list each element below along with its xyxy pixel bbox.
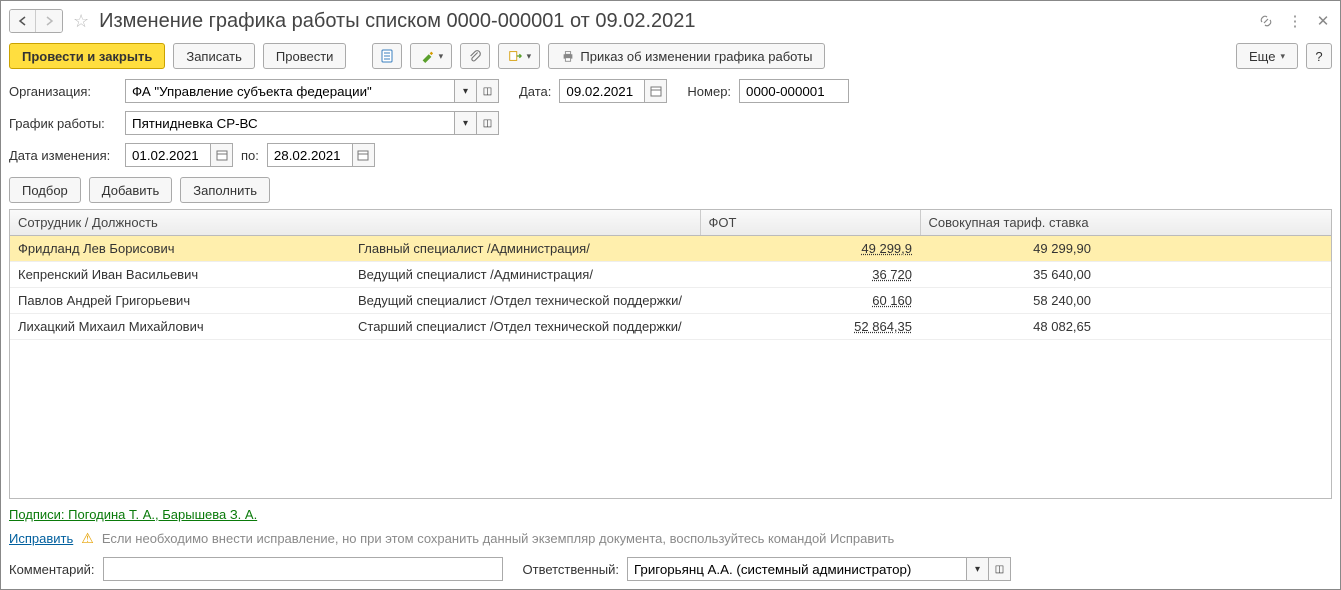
- change-to-calendar-button[interactable]: [353, 143, 375, 167]
- transfer-icon-button[interactable]: ▾: [498, 43, 540, 69]
- footer-row: Комментарий: Ответственный: ▾ ◫: [9, 557, 1332, 581]
- link-icon[interactable]: [1258, 13, 1276, 29]
- print-order-button[interactable]: Приказ об изменении графика работы: [548, 43, 825, 69]
- correct-link[interactable]: Исправить: [9, 531, 73, 546]
- document-window: ☆ Изменение графика работы списком 0000-…: [0, 0, 1341, 590]
- employee-name: Фридланд Лев Борисович: [10, 236, 350, 261]
- more-vertical-icon[interactable]: ⋮: [1286, 12, 1304, 30]
- rate-value: 35 640,00: [920, 262, 1331, 288]
- close-icon[interactable]: ✕: [1314, 12, 1332, 30]
- employee-name: Кепренский Иван Васильевич: [10, 262, 350, 287]
- table-row[interactable]: Лихацкий Михаил МихайловичСтарший специа…: [10, 314, 1331, 340]
- change-date-label: Дата изменения:: [9, 148, 117, 163]
- print-order-label: Приказ об изменении графика работы: [580, 49, 812, 64]
- employee-name: Лихацкий Михаил Михайлович: [10, 314, 350, 339]
- signatures-row: Подписи: Погодина Т. А., Барышева З. А.: [9, 507, 1332, 522]
- org-dropdown-button[interactable]: ▾: [455, 79, 477, 103]
- responsible-open-button[interactable]: ◫: [989, 557, 1011, 581]
- favorite-star-icon[interactable]: ☆: [73, 11, 89, 32]
- change-to-input[interactable]: [267, 143, 353, 167]
- date-input[interactable]: [559, 79, 645, 103]
- create-based-on-button[interactable]: ▾: [410, 43, 452, 69]
- save-button[interactable]: Записать: [173, 43, 255, 69]
- fill-button[interactable]: Заполнить: [180, 177, 270, 203]
- col-fot-header[interactable]: ФОТ: [700, 210, 920, 236]
- col-rate-header[interactable]: Совокупная тариф. ставка: [920, 210, 1331, 236]
- correct-row: Исправить ⚠ Если необходимо внести испра…: [9, 530, 1332, 547]
- select-button[interactable]: Подбор: [9, 177, 81, 203]
- report-icon-button[interactable]: [372, 43, 402, 69]
- add-button[interactable]: Добавить: [89, 177, 172, 203]
- date-calendar-button[interactable]: [645, 79, 667, 103]
- page-title: Изменение графика работы списком 0000-00…: [99, 10, 695, 33]
- fot-value[interactable]: 49 299,9: [861, 241, 912, 256]
- schedule-input[interactable]: [125, 111, 455, 135]
- schedule-open-button[interactable]: ◫: [477, 111, 499, 135]
- warning-icon: ⚠: [81, 530, 94, 547]
- correct-hint: Если необходимо внести исправление, но п…: [102, 531, 894, 546]
- number-input[interactable]: [739, 79, 849, 103]
- to-label: по:: [241, 148, 259, 163]
- responsible-dropdown-button[interactable]: ▾: [967, 557, 989, 581]
- attach-icon-button[interactable]: [460, 43, 490, 69]
- org-open-button[interactable]: ◫: [477, 79, 499, 103]
- rate-value: 48 082,65: [920, 314, 1331, 340]
- date-label: Дата:: [519, 84, 551, 99]
- responsible-label: Ответственный:: [523, 562, 619, 577]
- table-actions: Подбор Добавить Заполнить: [9, 177, 1332, 203]
- employees-table[interactable]: Сотрудник / Должность ФОТ Совокупная тар…: [10, 210, 1331, 340]
- number-label: Номер:: [687, 84, 731, 99]
- employees-table-wrap: Сотрудник / Должность ФОТ Совокупная тар…: [9, 209, 1332, 499]
- employee-position: Ведущий специалист /Отдел технической по…: [350, 288, 700, 313]
- employee-position: Главный специалист /Администрация/: [350, 236, 700, 261]
- fot-value[interactable]: 60 160: [872, 293, 912, 308]
- post-and-close-button[interactable]: Провести и закрыть: [9, 43, 165, 69]
- responsible-input[interactable]: [627, 557, 967, 581]
- table-row[interactable]: Кепренский Иван ВасильевичВедущий специа…: [10, 262, 1331, 288]
- schedule-dropdown-button[interactable]: ▾: [455, 111, 477, 135]
- nav-group: [9, 9, 63, 33]
- titlebar: ☆ Изменение графика работы списком 0000-…: [9, 7, 1332, 35]
- employee-position: Ведущий специалист /Администрация/: [350, 262, 700, 287]
- rate-value: 49 299,90: [920, 236, 1331, 262]
- org-label: Организация:: [9, 84, 117, 99]
- post-button[interactable]: Провести: [263, 43, 347, 69]
- col-employee-header[interactable]: Сотрудник / Должность: [10, 210, 700, 236]
- comment-input[interactable]: [103, 557, 503, 581]
- table-row[interactable]: Фридланд Лев БорисовичГлавный специалист…: [10, 236, 1331, 262]
- back-button[interactable]: [10, 10, 36, 32]
- org-input[interactable]: [125, 79, 455, 103]
- more-button[interactable]: Еще▾: [1236, 43, 1298, 69]
- rate-value: 58 240,00: [920, 288, 1331, 314]
- fot-value[interactable]: 36 720: [872, 267, 912, 282]
- schedule-label: График работы:: [9, 116, 117, 131]
- table-row[interactable]: Павлов Андрей ГригорьевичВедущий специал…: [10, 288, 1331, 314]
- employee-position: Старший специалист /Отдел технической по…: [350, 314, 700, 339]
- comment-label: Комментарий:: [9, 562, 95, 577]
- signatures-link[interactable]: Подписи: Погодина Т. А., Барышева З. А.: [9, 507, 257, 522]
- employee-name: Павлов Андрей Григорьевич: [10, 288, 350, 313]
- fot-value[interactable]: 52 864,35: [854, 319, 912, 334]
- change-from-input[interactable]: [125, 143, 211, 167]
- form-area: Организация: ▾ ◫ Дата: Номер: График раб…: [9, 79, 1332, 167]
- change-from-calendar-button[interactable]: [211, 143, 233, 167]
- help-button[interactable]: ?: [1306, 43, 1332, 69]
- main-toolbar: Провести и закрыть Записать Провести ▾ ▾…: [9, 43, 1332, 69]
- forward-button[interactable]: [36, 10, 62, 32]
